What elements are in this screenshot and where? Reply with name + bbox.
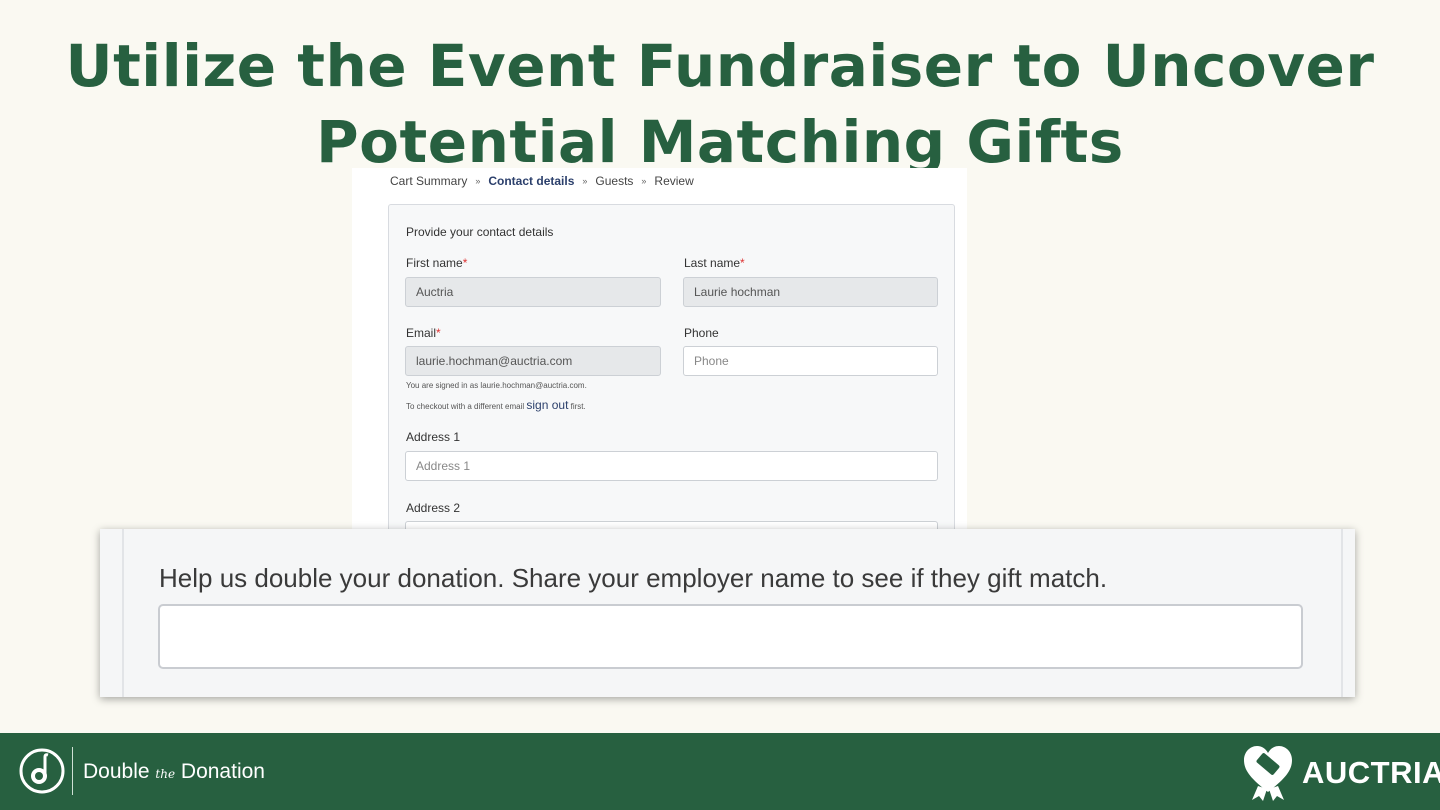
phone-label: Phone: [684, 326, 719, 340]
address-2-label: Address 2: [406, 501, 461, 515]
double-the-donation-wordmark: Double the Donation: [83, 760, 265, 783]
employer-match-widget: Help us double your donation. Share your…: [100, 529, 1355, 697]
email-label: Email*: [406, 326, 441, 340]
last-name-field[interactable]: Laurie hochman: [683, 277, 938, 307]
auctria-wordmark: AUCTRIA: [1302, 755, 1440, 790]
auctria-heart-ribbon-logo-icon: [1244, 746, 1292, 801]
footer-divider: [72, 747, 73, 795]
sign-out-link[interactable]: sign out: [526, 398, 568, 412]
breadcrumb-separator: »: [475, 176, 481, 186]
breadcrumb-contact-details[interactable]: Contact details: [488, 174, 574, 188]
breadcrumb-cart-summary[interactable]: Cart Summary: [390, 174, 467, 188]
first-name-label: First name*: [406, 256, 468, 270]
slide-title: Utilize the Event Fundraiser to Uncover …: [0, 28, 1440, 180]
widget-border-left: [122, 529, 124, 697]
employer-match-label: Help us double your donation. Share your…: [159, 563, 1108, 593]
required-marker: *: [462, 256, 468, 270]
checkout-note: To checkout with a different email sign …: [406, 398, 586, 412]
breadcrumb-separator: »: [641, 176, 647, 186]
phone-field[interactable]: Phone: [683, 346, 938, 376]
breadcrumb-review[interactable]: Review: [654, 174, 693, 188]
first-name-field[interactable]: Auctria: [405, 277, 661, 307]
slide-title-line-1: Utilize the Event Fundraiser to Uncover: [65, 32, 1375, 100]
breadcrumb: Cart Summary » Contact details » Guests …: [390, 174, 694, 188]
checkout-form-screenshot: Cart Summary » Contact details » Guests …: [352, 168, 967, 530]
address-1-field[interactable]: Address 1: [405, 451, 938, 481]
address-1-label: Address 1: [406, 430, 461, 444]
breadcrumb-separator: »: [582, 176, 588, 186]
footer-bar: Double the Donation AUCTRIA: [0, 733, 1440, 810]
contact-details-card: Provide your contact details First name*…: [388, 204, 955, 530]
widget-border-right: [1341, 529, 1343, 697]
employer-name-input[interactable]: [158, 604, 1303, 669]
required-marker: *: [740, 256, 745, 270]
contact-details-heading: Provide your contact details: [406, 225, 554, 239]
breadcrumb-guests[interactable]: Guests: [595, 174, 633, 188]
double-the-donation-logo-icon: [19, 748, 65, 794]
email-field[interactable]: laurie.hochman@auctria.com: [405, 346, 661, 376]
signed-in-note: You are signed in as laurie.hochman@auct…: [406, 381, 587, 390]
required-marker: *: [436, 326, 441, 340]
last-name-label: Last name*: [684, 256, 745, 270]
